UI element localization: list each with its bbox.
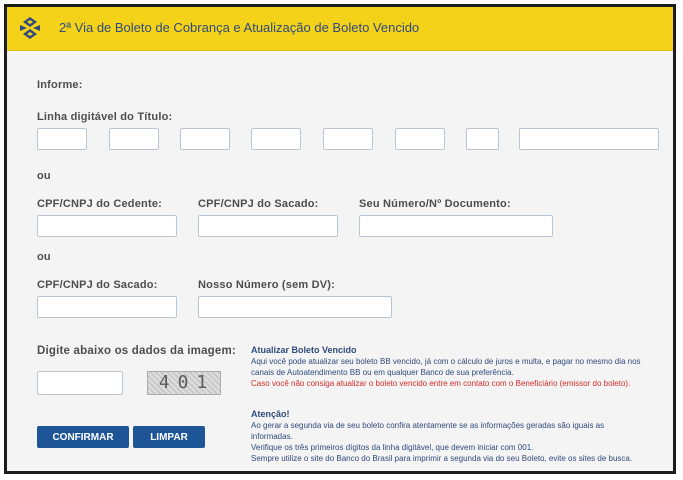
linha-digitavel-field-8[interactable]: [519, 128, 659, 150]
page-header: 2ª Via de Boleto de Cobrança e Atualizaç…: [7, 7, 673, 51]
nosso-numero-field[interactable]: [198, 296, 392, 318]
linha-digitavel-field-7[interactable]: [466, 128, 499, 150]
atualizar-text-1: Aqui você pode atualizar seu boleto BB v…: [251, 357, 641, 366]
captcha-input[interactable]: [37, 371, 123, 395]
atencao-text-4: Sempre utilize o site do Banco do Brasil…: [251, 454, 633, 463]
atualizar-title: Atualizar Boleto Vencido: [251, 345, 357, 355]
cpf-sacado-label: CPF/CNPJ do Sacado:: [198, 198, 319, 210]
linha-digitavel-field-6[interactable]: [395, 128, 445, 150]
cpf-sacado2-label: CPF/CNPJ do Sacado:: [37, 279, 158, 291]
informe-label: Informe:: [37, 79, 83, 91]
captcha-label: Digite abaixo os dados da imagem:: [37, 345, 236, 357]
linha-digitavel-field-4[interactable]: [251, 128, 301, 150]
seu-numero-field[interactable]: [359, 215, 553, 237]
atencao-text-2: informadas.: [251, 432, 293, 441]
atualizar-text-2: canais de Autoatendimento BB ou em qualq…: [251, 368, 514, 377]
ou-separator-2: ou: [37, 251, 51, 263]
linha-digitavel-field-3[interactable]: [180, 128, 230, 150]
linha-digitavel-field-2[interactable]: [109, 128, 159, 150]
banco-do-brasil-logo-icon: [17, 15, 43, 41]
captcha-image: 401: [147, 371, 221, 395]
cpf-sacado-field[interactable]: [198, 215, 338, 237]
ou-separator-1: ou: [37, 170, 51, 182]
linha-digitavel-field-1[interactable]: [37, 128, 87, 150]
page-frame: 2ª Via de Boleto de Cobrança e Atualizaç…: [4, 4, 676, 474]
linha-digitavel-field-5[interactable]: [323, 128, 373, 150]
cpf-cedente-field[interactable]: [37, 215, 177, 237]
cpf-sacado2-field[interactable]: [37, 296, 177, 318]
limpar-button[interactable]: LIMPAR: [133, 426, 205, 448]
linha-digitavel-label: Linha digitável do Título:: [37, 111, 173, 123]
atualizar-warning: Caso você não consiga atualizar o boleto…: [251, 379, 631, 388]
confirmar-button[interactable]: CONFIRMAR: [37, 426, 129, 448]
atencao-title: Atenção!: [251, 409, 290, 419]
cpf-cedente-label: CPF/CNPJ do Cedente:: [37, 198, 163, 210]
atencao-text-3: Verifique os três primeiros dígitos da l…: [251, 443, 534, 452]
nosso-numero-label: Nosso Número (sem DV):: [198, 279, 336, 291]
page-title: 2ª Via de Boleto de Cobrança e Atualizaç…: [59, 20, 420, 35]
seu-numero-label: Seu Número/Nº Documento:: [359, 198, 511, 210]
atencao-text-1: Ao gerar a segunda via de seu boleto con…: [251, 421, 605, 430]
